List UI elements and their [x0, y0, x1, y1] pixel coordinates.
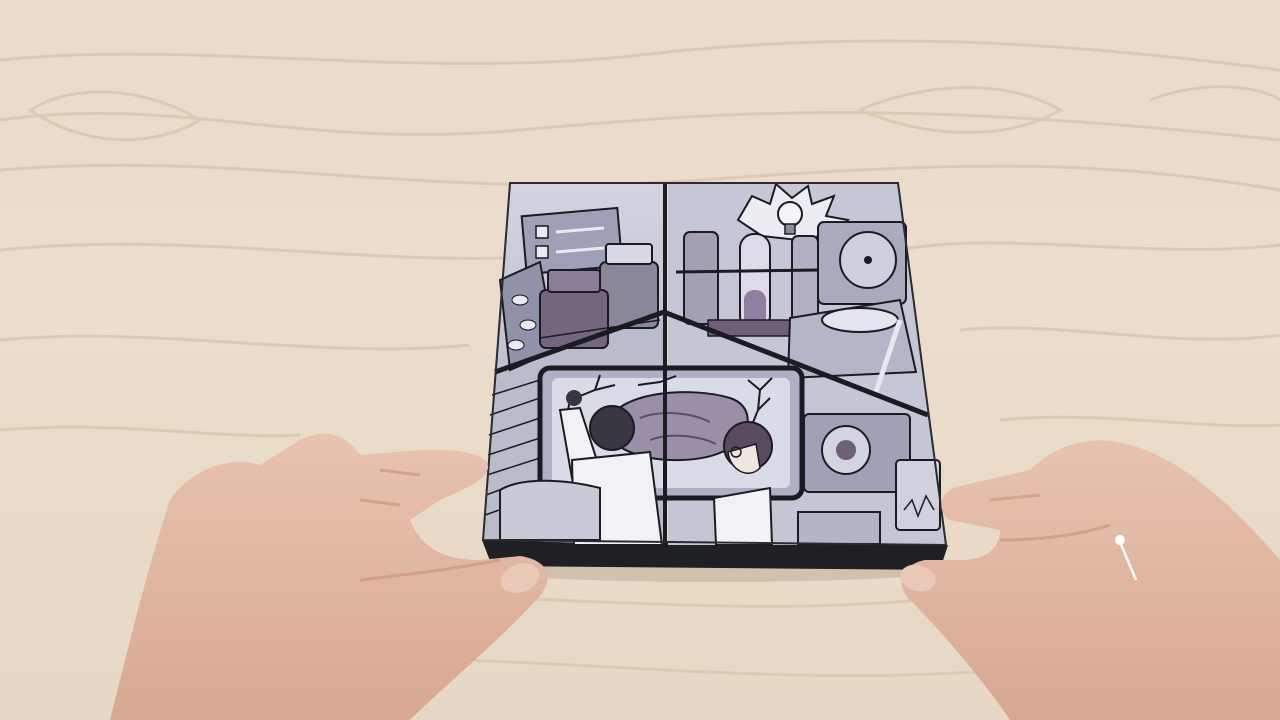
photo-scene — [0, 0, 1280, 720]
right-hand — [900, 440, 1280, 720]
illustrated-card — [481, 182, 948, 548]
left-hand — [110, 433, 548, 720]
shield-badge — [499, 479, 601, 541]
scene-drawing — [0, 39, 1280, 720]
